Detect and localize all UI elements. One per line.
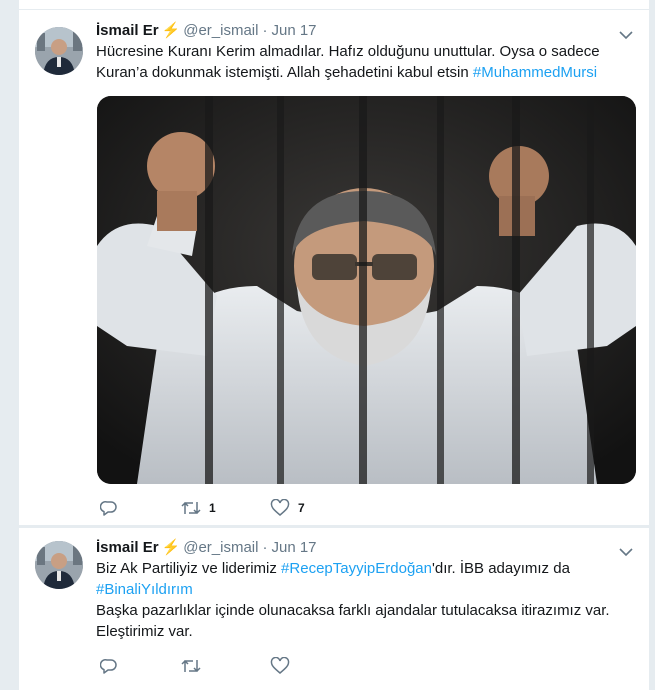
avatar[interactable] bbox=[35, 541, 83, 589]
user-handle[interactable]: @er_ismail bbox=[183, 22, 258, 39]
timeline: İsmail Er ⚡ @er_ismail · Jun 17 Hücresine Ku… bbox=[18, 0, 650, 690]
tweet[interactable]: İsmail Er ⚡ @er_ismail · Jun 17 Hücresine Ku… bbox=[19, 10, 649, 525]
separator-dot: · bbox=[262, 22, 268, 39]
heart-icon bbox=[270, 499, 290, 517]
hashtag-link[interactable]: #RecepTayyipErdoğan bbox=[281, 560, 432, 577]
tweet-text-plain: Biz Ak Partiliyiz ve liderimiz bbox=[96, 560, 282, 577]
reply-icon bbox=[100, 657, 118, 675]
tweet-date[interactable]: Jun 17 bbox=[271, 539, 316, 556]
tweet[interactable]: İsmail Er ⚡ @er_ismail · Jun 17 Biz Ak Parti… bbox=[19, 528, 649, 690]
hashtag-link[interactable]: #BinaliYıldırım bbox=[96, 581, 193, 598]
chevron-down-icon[interactable] bbox=[619, 27, 633, 40]
lightning-icon: ⚡ bbox=[161, 22, 181, 39]
reply-button[interactable] bbox=[100, 656, 126, 676]
retweet-count: 1 bbox=[209, 501, 216, 515]
retweet-icon bbox=[181, 499, 201, 517]
display-name[interactable]: İsmail Er bbox=[96, 22, 159, 39]
tweet-text-plain: 'dır. İBB adayımız da bbox=[431, 560, 570, 577]
user-handle[interactable]: @er_ismail bbox=[183, 539, 258, 556]
chevron-down-icon[interactable] bbox=[619, 544, 633, 557]
heart-icon bbox=[270, 657, 290, 675]
tweet-text: Hücresine Kuranı Kerim almadılar. Hafız … bbox=[96, 41, 616, 83]
reply-icon bbox=[100, 499, 118, 517]
tweet-text: Biz Ak Partiliyiz ve liderimiz #RecepTay… bbox=[96, 558, 616, 642]
separator-dot: · bbox=[262, 539, 268, 556]
retweet-button[interactable]: 1 bbox=[181, 498, 216, 518]
like-button[interactable]: 7 bbox=[270, 498, 305, 518]
tweet-date[interactable]: Jun 17 bbox=[271, 22, 316, 39]
avatar[interactable] bbox=[35, 27, 83, 75]
tweet-paragraph: Başka pazarlıklar içinde olunacaksa fark… bbox=[96, 602, 610, 640]
tweet-header: İsmail Er ⚡ @er_ismail · Jun 17 bbox=[96, 21, 317, 41]
tweet-paragraph: Biz Ak Partiliyiz ve liderimiz #RecepTay… bbox=[96, 558, 616, 600]
retweet-icon bbox=[181, 657, 201, 675]
tweet-photo[interactable] bbox=[97, 96, 636, 484]
hashtag-link[interactable]: #MuhammedMursi bbox=[473, 64, 597, 81]
tweet-header: İsmail Er ⚡ @er_ismail · Jun 17 bbox=[96, 538, 317, 558]
retweet-button[interactable] bbox=[181, 656, 209, 676]
display-name[interactable]: İsmail Er bbox=[96, 539, 159, 556]
reply-button[interactable] bbox=[100, 498, 126, 518]
like-count: 7 bbox=[298, 501, 305, 515]
lightning-icon: ⚡ bbox=[161, 539, 181, 556]
like-button[interactable] bbox=[270, 656, 298, 676]
